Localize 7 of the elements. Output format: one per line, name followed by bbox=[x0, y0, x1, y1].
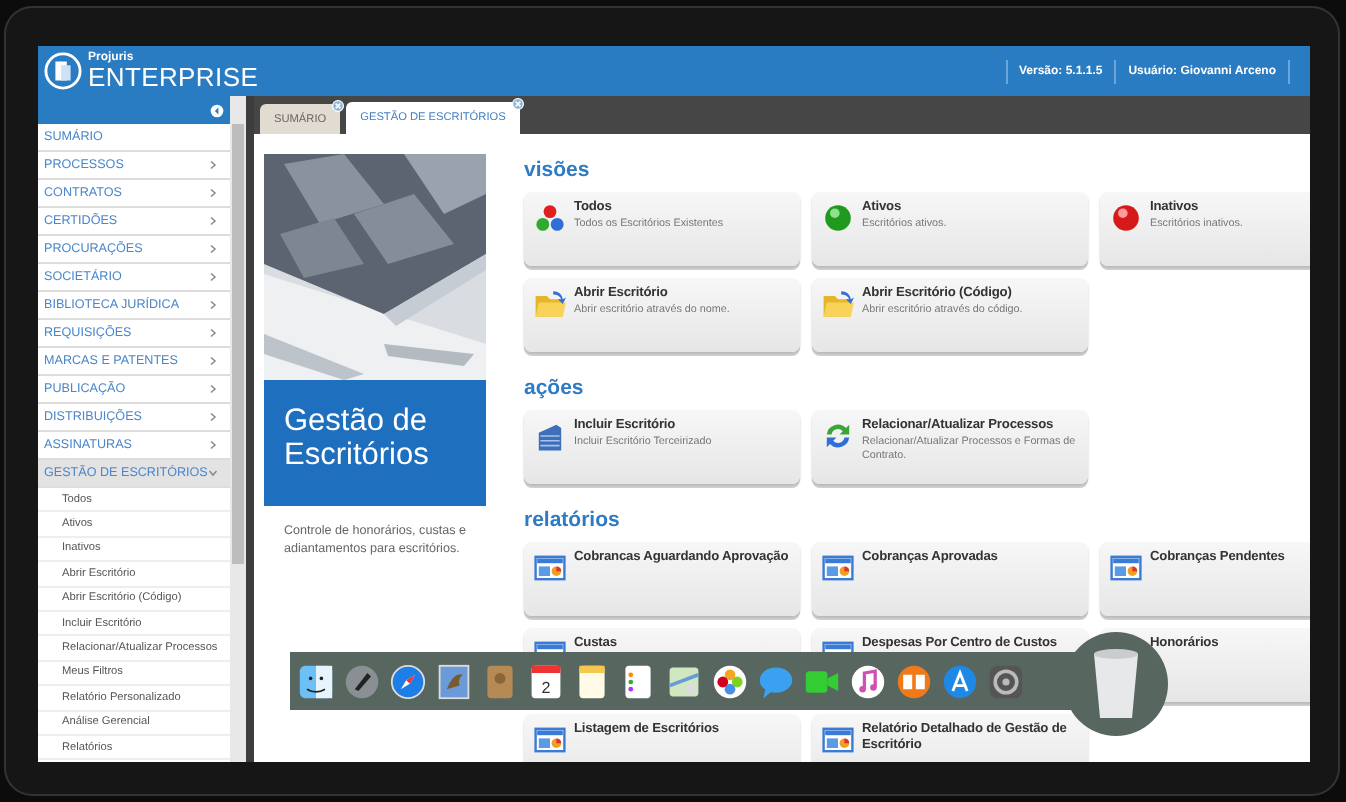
section-heading: relatórios bbox=[524, 506, 622, 536]
calendar-day: 2 bbox=[541, 677, 551, 696]
panel-title: Gestão de Escritórios bbox=[264, 380, 486, 506]
calendar-icon[interactable]: 2 bbox=[528, 663, 564, 699]
brand-title: ENTERPRISE bbox=[88, 64, 259, 90]
section-heading: visões bbox=[524, 156, 592, 186]
section-heading: ações bbox=[524, 374, 586, 404]
